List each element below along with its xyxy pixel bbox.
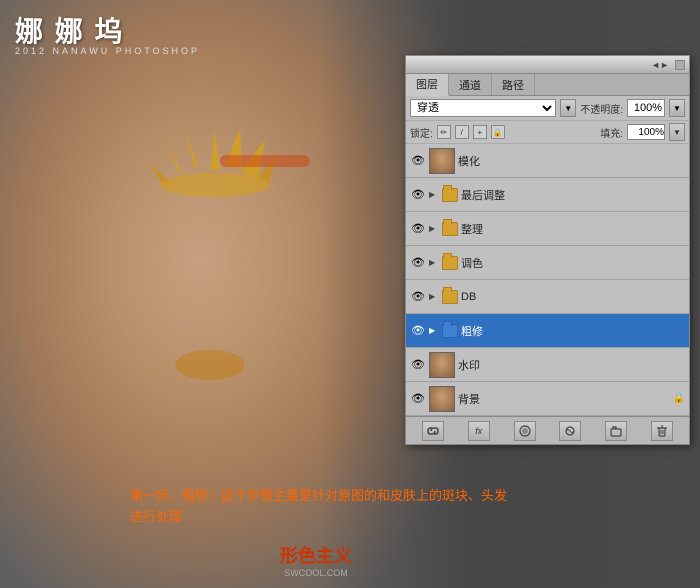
- layer-item[interactable]: 👁 ▶ 整理: [406, 212, 689, 246]
- layer-thumbnail: [429, 148, 455, 174]
- fill-input[interactable]: [627, 124, 665, 140]
- logo-main-text: 娜 娜 坞: [15, 10, 200, 50]
- expand-arrow-icon[interactable]: ▶: [429, 190, 439, 199]
- layer-lock-badge: 🔒: [673, 393, 685, 404]
- layer-name: 整理: [461, 221, 685, 237]
- watermark-logo: 形色主义 SWCOOL.COM: [280, 542, 352, 578]
- layer-name: 背景: [458, 391, 670, 407]
- layer-name: 粗修: [461, 323, 685, 339]
- layer-name: 水印: [458, 357, 685, 373]
- lock-move-icon[interactable]: /: [455, 125, 469, 139]
- layer-visibility-toggle[interactable]: 👁: [410, 255, 426, 271]
- layer-name: 模化: [458, 153, 685, 169]
- folder-icon: [442, 188, 458, 202]
- blend-mode-select[interactable]: 穿透 正常 叠加 柔光: [410, 99, 556, 117]
- layer-visibility-toggle[interactable]: 👁: [410, 221, 426, 237]
- adjustment-button[interactable]: [559, 421, 581, 441]
- blend-mode-row: 穿透 正常 叠加 柔光 ▼ 不透明度: ▼: [406, 96, 689, 121]
- watermark-sub: SWCOOL.COM: [280, 568, 352, 578]
- group-button[interactable]: [605, 421, 627, 441]
- panel-titlebar: ◄►: [406, 56, 689, 74]
- delete-layer-button[interactable]: [651, 421, 673, 441]
- blend-mode-arrow[interactable]: ▼: [560, 99, 576, 117]
- panel-close-btn[interactable]: [675, 60, 685, 70]
- layers-panel: ◄► 图层 通道 路径 穿透 正常 叠加 柔光 ▼ 不透明度: ▼ 锁定: ✏ …: [405, 55, 690, 445]
- layers-list: 👁 模化 👁 ▶ 最后调整 👁 ▶ 整理 👁 ▶ 调色: [406, 144, 689, 416]
- layer-item[interactable]: 👁 ▶ 调色: [406, 246, 689, 280]
- folder-icon: [442, 324, 458, 338]
- logo-area: 娜 娜 坞 2012 NANAWU PHOTOSHOP: [15, 10, 200, 56]
- layer-item[interactable]: 👁 ▶ 最后调整: [406, 178, 689, 212]
- lock-edit-icon[interactable]: ✏: [437, 125, 451, 139]
- opacity-arrow[interactable]: ▼: [669, 99, 685, 117]
- bottom-text-line1: 第一步，粗修：这个步骤主要是针对原图的和皮肤上的斑块、头发: [130, 486, 507, 507]
- tab-channels[interactable]: 通道: [449, 74, 492, 95]
- bottom-text-line2: 进行处理: [130, 507, 507, 528]
- layer-visibility-toggle[interactable]: 👁: [410, 153, 426, 169]
- lock-all-icon[interactable]: 🔒: [491, 125, 505, 139]
- layer-item[interactable]: 👁 ▶ DB: [406, 280, 689, 314]
- panel-tabs: 图层 通道 路径: [406, 74, 689, 96]
- layer-visibility-toggle[interactable]: 👁: [410, 289, 426, 305]
- tab-paths[interactable]: 路径: [492, 74, 535, 95]
- watermark-text: 形色主义: [280, 542, 352, 568]
- lock-row: 锁定: ✏ / + 🔒 填充: ▼: [406, 121, 689, 144]
- folder-icon: [442, 256, 458, 270]
- expand-arrow-icon[interactable]: ▶: [429, 326, 439, 335]
- lock-label: 锁定:: [410, 125, 433, 140]
- folder-icon: [442, 222, 458, 236]
- fx-label: fx: [475, 426, 482, 436]
- thumb-face-image: [430, 149, 454, 173]
- panel-collapse-arrows[interactable]: ◄►: [651, 60, 669, 70]
- panel-bottom-toolbar: fx: [406, 416, 689, 444]
- layer-thumbnail: [429, 386, 455, 412]
- thumb-face-image: [430, 387, 454, 411]
- bottom-description: 第一步，粗修：这个步骤主要是针对原图的和皮肤上的斑块、头发 进行处理: [130, 486, 507, 528]
- opacity-label: 不透明度:: [580, 101, 623, 116]
- layer-item[interactable]: 👁 ▶ 粗修: [406, 314, 689, 348]
- expand-arrow-icon[interactable]: ▶: [429, 258, 439, 267]
- fx-button[interactable]: fx: [468, 421, 490, 441]
- layer-name: DB: [461, 291, 685, 303]
- expand-arrow-icon[interactable]: ▶: [429, 292, 439, 301]
- opacity-input[interactable]: [627, 99, 665, 117]
- layer-name: 调色: [461, 255, 685, 271]
- layer-thumbnail: [429, 352, 455, 378]
- layer-item[interactable]: 👁 背景 🔒: [406, 382, 689, 416]
- tab-layers[interactable]: 图层: [406, 74, 449, 96]
- layer-name: 最后调整: [461, 187, 685, 203]
- logo-sub-text: 2012 NANAWU PHOTOSHOP: [15, 46, 200, 56]
- layer-item[interactable]: 👁 模化: [406, 144, 689, 178]
- thumb-face-image: [430, 353, 454, 377]
- layer-item[interactable]: 👁 水印: [406, 348, 689, 382]
- layer-visibility-toggle[interactable]: 👁: [410, 357, 426, 373]
- fill-label: 填充:: [600, 125, 623, 140]
- layer-visibility-toggle[interactable]: 👁: [410, 323, 426, 339]
- layer-visibility-toggle[interactable]: 👁: [410, 187, 426, 203]
- fill-arrow[interactable]: ▼: [669, 123, 685, 141]
- mask-button[interactable]: [514, 421, 536, 441]
- folder-icon: [442, 290, 458, 304]
- layer-visibility-toggle[interactable]: 👁: [410, 391, 426, 407]
- link-layers-button[interactable]: [422, 421, 444, 441]
- lock-pixel-icon[interactable]: +: [473, 125, 487, 139]
- expand-arrow-icon[interactable]: ▶: [429, 224, 439, 233]
